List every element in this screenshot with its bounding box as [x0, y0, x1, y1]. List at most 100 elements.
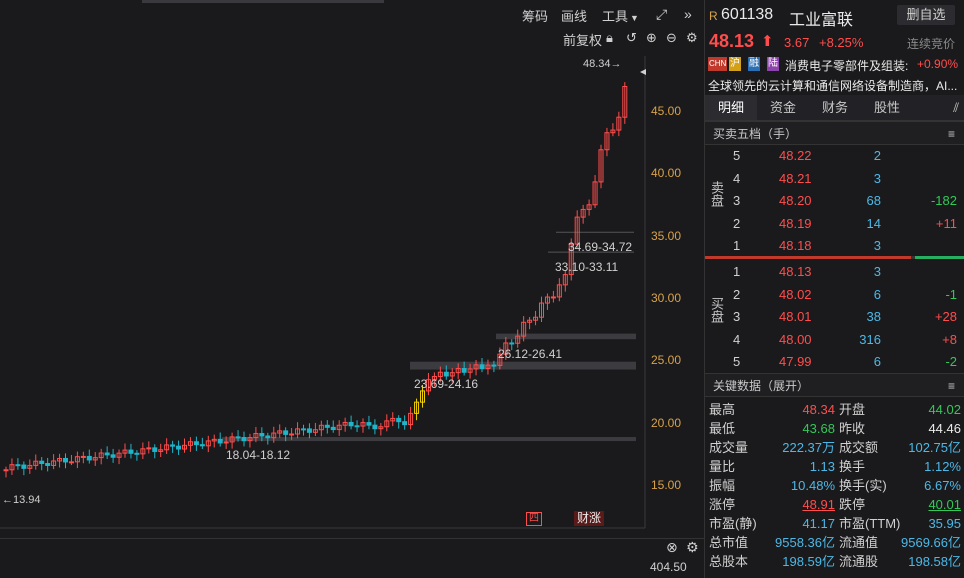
zoom-in-icon[interactable]: ⊕: [646, 30, 657, 46]
tab-funds[interactable]: 资金: [757, 95, 809, 120]
price-change-pct: +8.25%: [819, 35, 864, 50]
level-label: 1: [733, 238, 741, 253]
candle-body: [402, 421, 408, 426]
keydata-label: 换手(实): [839, 478, 887, 493]
orderbook: 卖盘 买盘 5 48.22 2 4 48.21 3 3 48.20 68 -182 2 48.19 14…: [705, 145, 964, 371]
orderbook-header: 买卖五档（手） ≡: [705, 121, 964, 145]
report-badge[interactable]: 四: [526, 512, 542, 526]
level-delta: [905, 235, 957, 257]
gap-label-5: 18.04-18.12: [226, 448, 291, 462]
level-label: 4: [733, 170, 741, 186]
buy-level-row[interactable]: 5 47.99 6 -2: [705, 351, 964, 373]
candle-body: [86, 455, 92, 461]
buy-level-row[interactable]: 2 48.02 6 -1: [705, 284, 964, 306]
tools-menu-button[interactable]: 工具 ▼: [602, 6, 639, 25]
candle-body: [550, 296, 556, 299]
candle-body: [348, 421, 354, 427]
zoom-out-icon[interactable]: ⊖: [666, 30, 677, 46]
price-change: 3.67: [784, 35, 810, 50]
level-price: 48.00: [779, 331, 812, 347]
keydata-value: 41.17: [802, 516, 835, 531]
candle-body: [396, 417, 402, 423]
layout-toggle-icon[interactable]: ⫽: [913, 95, 964, 120]
keydata-value: 9569.66亿: [901, 535, 961, 550]
keydata-value: 1.12%: [924, 459, 961, 474]
tab-finance[interactable]: 财务: [809, 95, 861, 120]
tab-stock-nature[interactable]: 股性: [861, 95, 913, 120]
last-price-marker: [640, 69, 646, 75]
kline-chart[interactable]: 45.00 40.00 35.00 30.00 25.00 20.00 15.0…: [0, 50, 704, 540]
candle-body: [235, 436, 241, 439]
buy-level-row[interactable]: 1 48.13 3: [705, 261, 964, 283]
settings-gear-icon[interactable]: ⚙: [686, 30, 698, 46]
buy-level-row[interactable]: 4 48.00 316 +8: [705, 329, 964, 351]
sell-level-row[interactable]: 4 48.21 3: [705, 168, 964, 190]
finance-badge[interactable]: 财涨: [574, 511, 605, 526]
trading-status: 连续竞价: [907, 37, 956, 51]
candle-body: [354, 425, 360, 428]
sector-row[interactable]: CHN 沪 融 陆 消费电子零部件及组装: +0.90%: [705, 55, 964, 74]
keydata-menu-icon[interactable]: ≡: [948, 374, 955, 398]
level-label: 2: [733, 286, 741, 302]
keydata-label: 开盘: [839, 402, 866, 417]
high-marker-value: 48.34: [583, 58, 611, 70]
undo-icon[interactable]: ↺: [626, 30, 637, 46]
level-delta: -182: [930, 193, 957, 208]
candle-body: [241, 437, 247, 442]
keydata-value: 198.58亿: [908, 554, 961, 569]
candle-body: [193, 441, 199, 446]
draw-line-button[interactable]: 画线: [561, 6, 587, 25]
fullscreen-icon[interactable]: ⤢: [656, 6, 667, 23]
candle-body: [217, 438, 223, 444]
level-label: 5: [733, 148, 741, 163]
sell-level-row[interactable]: 3 48.20 68 -182: [705, 190, 964, 212]
level-delta: [905, 261, 957, 283]
candle-body: [21, 464, 27, 469]
level-delta: -1: [945, 286, 957, 302]
keydata-label: 振幅: [709, 478, 736, 493]
level-volume: 316: [859, 331, 881, 347]
sell-pressure-bar: [705, 256, 911, 259]
keydata-label: 量比: [709, 459, 736, 474]
collapse-panel-icon[interactable]: »: [684, 6, 692, 22]
level-delta: +28: [934, 309, 957, 324]
candle-body: [146, 447, 152, 450]
candle-body: [104, 452, 110, 456]
lock-icon[interactable]: 🔒︎: [606, 30, 613, 46]
level-volume: 3: [873, 170, 881, 186]
keydata-label: 总股本: [709, 554, 749, 569]
remove-watchlist-button[interactable]: 删自选: [897, 5, 955, 25]
candle-body: [80, 455, 86, 458]
candle-body: [39, 460, 45, 465]
orderbook-menu-icon[interactable]: ≡: [948, 122, 955, 146]
level-volume: 2: [873, 148, 881, 163]
tools-label: 工具: [602, 9, 629, 24]
chip-button[interactable]: 筹码: [522, 6, 548, 25]
level-label: 5: [733, 354, 741, 369]
level-label: 4: [733, 331, 741, 347]
level-delta: [905, 145, 957, 167]
stock-code: 601138: [721, 6, 774, 23]
chart-toolbar: 筹码 画线 工具 ▼ ⤢ »: [0, 0, 704, 30]
indicator-settings-icon[interactable]: ⚙: [686, 539, 699, 556]
sell-level-row[interactable]: 1 48.18 3: [705, 235, 964, 257]
buy-level-row[interactable]: 3 48.01 38 +28: [705, 306, 964, 328]
tag-margin: 融: [748, 57, 760, 71]
candle-body: [443, 371, 449, 377]
low-marker-value: 13.94: [13, 494, 41, 506]
sell-level-row[interactable]: 5 48.22 2: [705, 145, 964, 167]
close-indicator-icon[interactable]: ⊗: [666, 539, 678, 556]
tab-detail[interactable]: 明细: [705, 95, 757, 120]
level-price: 48.22: [779, 148, 812, 163]
candle-body: [15, 464, 21, 467]
stock-app: 筹码 画线 工具 ▼ ⤢ » 前复权 🔒︎ ↺ ⊕ ⊖ ⚙ 45.00 40.00…: [0, 0, 964, 578]
keydata-header[interactable]: 关键数据（展开） ≡: [705, 373, 964, 397]
sell-level-row[interactable]: 2 48.19 14 +11: [705, 213, 964, 235]
sector-name: 消费电子零部件及组装:: [785, 59, 909, 73]
keydata-label: 成交量: [709, 440, 749, 455]
restore-mode-button[interactable]: 前复权: [563, 30, 602, 49]
quote-panel: R 601138 工业富联 删自选 48.13 ⬆ 3.67 +8.25% 连续…: [704, 0, 964, 578]
level-label: 2: [733, 215, 741, 231]
keydata-label: 最高: [709, 402, 736, 417]
high-marker: 48.34→: [583, 58, 622, 70]
